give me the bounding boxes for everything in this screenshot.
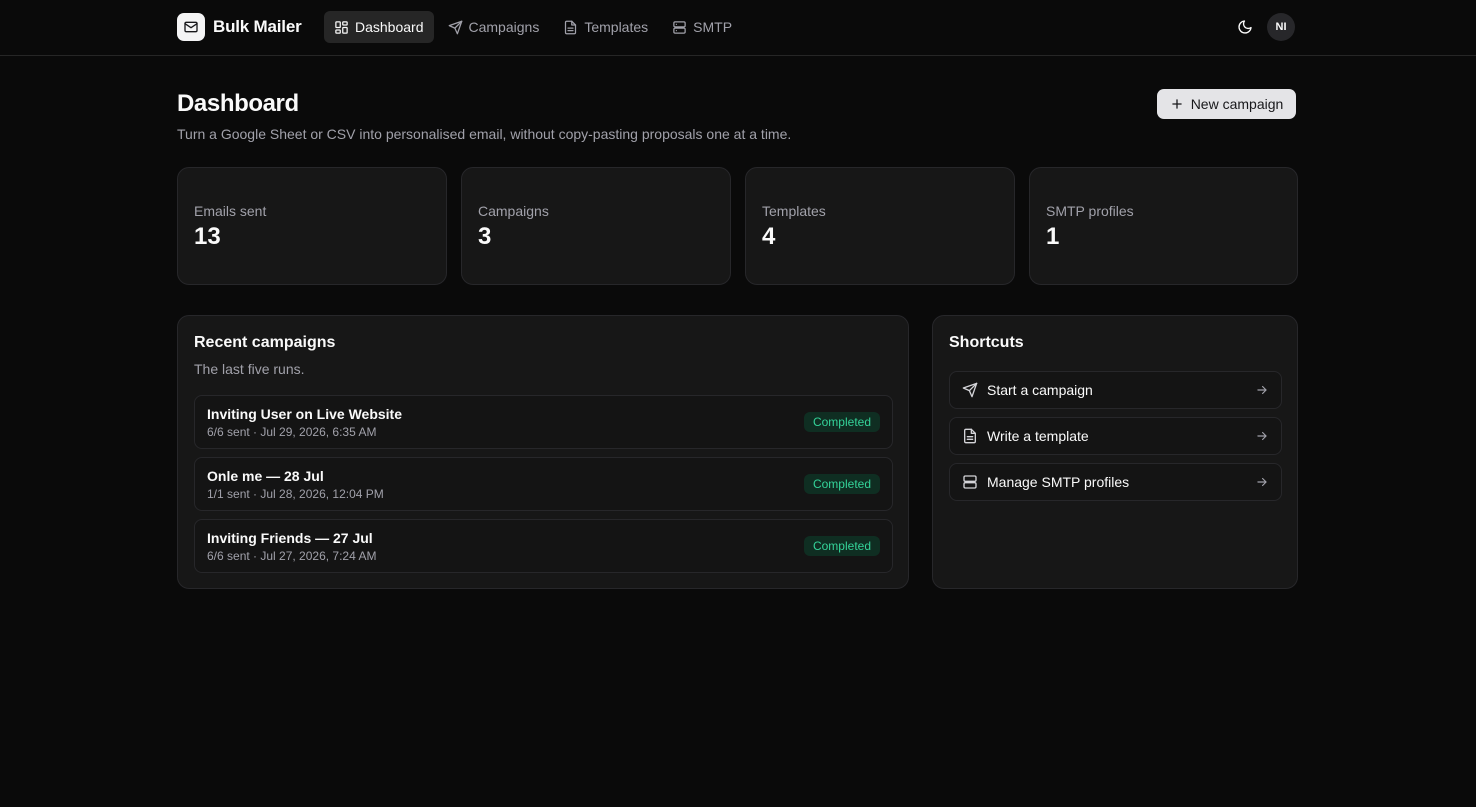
stat-value: 4 [762, 223, 776, 250]
shortcuts-title: Shortcuts [949, 334, 1024, 351]
campaign-meta: 6/6 sent · Jul 27, 2026, 7:24 AM [207, 549, 377, 563]
stat-label: Templates [762, 203, 826, 219]
new-campaign-label: New campaign [1190, 96, 1284, 112]
campaign-name: Inviting User on Live Website [207, 406, 403, 422]
campaign-meta: 1/1 sent · Jul 28, 2026, 12:04 PM [207, 487, 384, 501]
recent-campaigns-subtitle: The last five runs. [194, 361, 305, 377]
avatar[interactable]: NI [1267, 13, 1295, 41]
campaign-meta: 6/6 sent · Jul 29, 2026, 6:35 AM [207, 425, 377, 439]
stat-label: Emails sent [194, 203, 267, 219]
nav-label: SMTP [693, 19, 733, 35]
shortcut-label: Start a campaign [987, 382, 1093, 398]
plus-icon [1170, 97, 1191, 111]
shortcut-manage-smtp[interactable]: Manage SMTP profiles [949, 463, 1282, 501]
campaign-row[interactable]: Inviting User on Live Website 6/6 sent ·… [194, 395, 893, 449]
stat-card-smtp-profiles: SMTP profiles 1 [1029, 167, 1298, 285]
brand-name: Bulk Mailer [213, 17, 302, 36]
stat-card-campaigns: Campaigns 3 [461, 167, 731, 285]
dashboard-grid-icon [334, 20, 355, 35]
page-subtitle: Turn a Google Sheet or CSV into personal… [177, 126, 792, 142]
document-icon [962, 428, 978, 444]
campaign-name: Onle me — 28 Jul [207, 468, 324, 484]
main-nav: Dashboard Campaigns Templates SMTP [324, 11, 746, 43]
new-campaign-button[interactable]: New campaign [1157, 89, 1296, 119]
recent-campaigns-title: Recent campaigns [194, 334, 336, 351]
theme-toggle-button[interactable] [1232, 14, 1258, 40]
stat-value: 13 [194, 223, 221, 250]
status-badge: Completed [803, 474, 880, 494]
brand[interactable]: Bulk Mailer [177, 13, 302, 41]
shortcut-write-template[interactable]: Write a template [949, 417, 1282, 455]
stat-value: 1 [1046, 223, 1060, 250]
nav-item-campaigns[interactable]: Campaigns [438, 11, 550, 43]
shortcut-label: Write a template [987, 428, 1089, 444]
server-icon [672, 20, 693, 35]
campaign-name: Inviting Friends — 27 Jul [207, 530, 373, 546]
recent-campaigns-panel: Recent campaigns The last five runs. Inv… [177, 315, 909, 589]
campaign-row[interactable]: Inviting Friends — 27 Jul 6/6 sent · Jul… [194, 519, 893, 573]
stat-card-emails-sent: Emails sent 13 [177, 167, 447, 285]
document-icon [563, 20, 584, 35]
nav-label: Campaigns [468, 19, 540, 35]
nav-item-templates[interactable]: Templates [553, 11, 658, 43]
stat-label: SMTP profiles [1046, 203, 1134, 219]
stat-value: 3 [478, 223, 492, 250]
stat-label: Campaigns [478, 203, 549, 219]
nav-item-smtp[interactable]: SMTP [662, 11, 742, 43]
shortcuts-panel: Shortcuts Start a campaign Write a templ… [932, 315, 1298, 589]
arrow-right-icon [1255, 429, 1269, 443]
top-bar: Bulk Mailer Dashboard Campaigns Template… [0, 0, 1476, 56]
send-icon [962, 382, 978, 398]
nav-item-dashboard[interactable]: Dashboard [324, 11, 434, 43]
shortcut-start-campaign[interactable]: Start a campaign [949, 371, 1282, 409]
status-badge: Completed [803, 536, 880, 556]
nav-label: Templates [584, 19, 649, 35]
stat-card-templates: Templates 4 [745, 167, 1015, 285]
mail-icon [177, 13, 205, 41]
arrow-right-icon [1255, 383, 1269, 397]
send-icon [448, 20, 469, 35]
moon-icon [1237, 19, 1253, 35]
shortcut-label: Manage SMTP profiles [987, 474, 1130, 490]
status-badge: Completed [803, 412, 880, 432]
campaign-row[interactable]: Onle me — 28 Jul 1/1 sent · Jul 28, 2026… [194, 457, 893, 511]
nav-label: Dashboard [355, 19, 424, 35]
arrow-right-icon [1255, 475, 1269, 489]
server-icon [962, 474, 978, 490]
page-title: Dashboard [177, 90, 299, 117]
